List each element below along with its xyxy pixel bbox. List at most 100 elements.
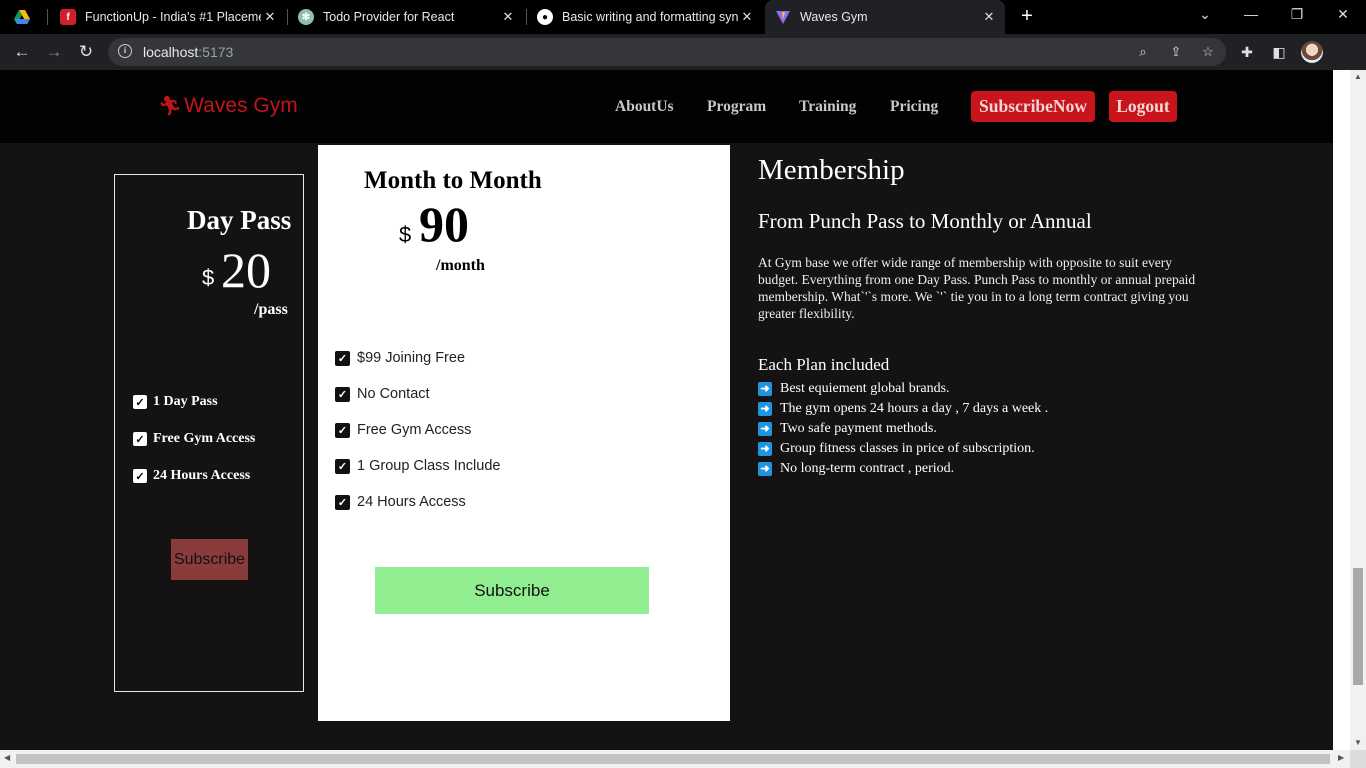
checkbox-checked-icon: ✓ <box>335 494 350 510</box>
minimize-icon[interactable]: — <box>1241 6 1261 22</box>
arrow-right-icon: ➜ <box>758 462 772 476</box>
site-info-icon[interactable]: i <box>118 44 132 58</box>
url-text: localhost:5173 <box>143 44 234 60</box>
tab-separator <box>526 9 527 25</box>
feature-item: ✓ Free Gym Access <box>335 422 471 438</box>
functionup-icon: f <box>60 9 76 25</box>
horizontal-scrollbar[interactable]: ◀ ▶ <box>0 750 1350 768</box>
nav-link-pricing[interactable]: Pricing <box>890 98 938 116</box>
browser-tab-bar: f FunctionUp - India's #1 Placemen ✕ ✻ T… <box>0 0 1366 34</box>
site-navbar: 🏃︎ Waves Gym AboutUs Program Training Pr… <box>0 70 1333 143</box>
checkbox-checked-icon: ✓ <box>335 386 350 402</box>
feature-item: ✓ 1 Group Class Include <box>335 458 500 474</box>
plan-period: /month <box>436 257 485 274</box>
scroll-right-arrow-icon[interactable]: ▶ <box>1338 753 1344 762</box>
new-tab-button[interactable]: + <box>1016 6 1038 28</box>
vite-icon <box>775 9 791 25</box>
page-viewport: 🏃︎ Waves Gym AboutUs Program Training Pr… <box>0 70 1333 750</box>
month-plan-subscribe-button[interactable]: Subscribe <box>375 567 649 614</box>
list-item: ➜ Best equiement global brands. <box>758 379 1048 399</box>
checkbox-checked-icon: ✓ <box>133 432 147 446</box>
extensions-icon[interactable]: ✚ <box>1238 43 1256 61</box>
reload-icon[interactable]: ↻ <box>75 41 97 63</box>
forward-icon[interactable]: → <box>43 41 65 63</box>
vertical-scrollbar[interactable]: ▲ ▼ <box>1350 70 1366 750</box>
currency-symbol: $ <box>202 265 215 290</box>
plan-included-heading: Each Plan included <box>758 355 890 374</box>
subscribe-now-button[interactable]: SubscribeNow <box>971 91 1095 122</box>
checkbox-checked-icon: ✓ <box>335 458 350 474</box>
scroll-left-arrow-icon[interactable]: ◀ <box>4 753 10 762</box>
arrow-right-icon: ➜ <box>758 422 772 436</box>
horizontal-scroll-thumb[interactable] <box>16 754 1330 764</box>
logout-button[interactable]: Logout <box>1109 91 1177 122</box>
tab-separator <box>47 9 48 25</box>
arrow-right-icon: ➜ <box>758 382 772 396</box>
list-item: ➜ Two safe payment methods. <box>758 419 1048 439</box>
list-item: ➜ No long-term contract , period. <box>758 459 1048 479</box>
list-item: ➜ Group fitness classes in price of subsc… <box>758 439 1048 459</box>
bookmark-star-icon[interactable]: ☆ <box>1200 44 1216 60</box>
tab-title: FunctionUp - India's #1 Placemen <box>85 10 261 24</box>
back-icon[interactable]: ← <box>11 41 33 63</box>
side-panel-icon[interactable]: ◧ <box>1270 43 1288 61</box>
vertical-scroll-thumb[interactable] <box>1353 568 1363 685</box>
membership-section: Membership From Punch Pass to Monthly or… <box>758 154 1208 476</box>
arrow-right-icon: ➜ <box>758 402 772 416</box>
share-icon[interactable]: ⇪ <box>1168 44 1184 60</box>
address-bar[interactable]: i localhost:5173 ⌕ ⇪ ☆ <box>108 38 1226 66</box>
scroll-up-arrow-icon[interactable]: ▲ <box>1354 72 1362 81</box>
checkbox-checked-icon: ✓ <box>133 469 147 483</box>
tab-github[interactable]: ● Basic writing and formatting synt ✕ <box>537 0 763 34</box>
feature-item: ✓ Free Gym Access <box>133 431 255 447</box>
month-plan-card: Month to Month $ 90 /month ✓ $99 Joining… <box>318 145 730 721</box>
github-icon: ● <box>537 9 553 25</box>
day-pass-card: Day Pass $ 20 /pass ✓ 1 Day Pass ✓ Free … <box>114 174 304 692</box>
plan-period: /pass <box>254 301 288 318</box>
arrow-right-icon: ➜ <box>758 442 772 456</box>
checkbox-checked-icon: ✓ <box>133 395 147 409</box>
close-icon[interactable]: ✕ <box>500 9 516 25</box>
checkbox-checked-icon: ✓ <box>335 350 350 366</box>
profile-avatar[interactable] <box>1301 41 1323 63</box>
google-drive-icon <box>14 9 30 25</box>
tab-google-drive[interactable] <box>14 0 44 34</box>
tab-functionup[interactable]: f FunctionUp - India's #1 Placemen ✕ <box>60 0 286 34</box>
nav-link-program[interactable]: Program <box>707 98 766 116</box>
scrollbar-corner <box>1350 750 1366 768</box>
tab-todo-provider[interactable]: ✻ Todo Provider for React ✕ <box>298 0 524 34</box>
day-pass-subscribe-button[interactable]: Subscribe <box>171 539 248 580</box>
plan-title: Month to Month <box>364 167 542 194</box>
chatgpt-icon: ✻ <box>298 9 314 25</box>
list-item: ➜ The gym opens 24 hours a day , 7 days a… <box>758 399 1048 419</box>
plan-included-list: ➜ Best equiement global brands. ➜ The gym … <box>758 379 1048 479</box>
membership-subheading: From Punch Pass to Monthly or Annual <box>758 209 1092 233</box>
close-icon[interactable]: ✕ <box>262 9 278 25</box>
tab-waves-gym[interactable]: Waves Gym ✕ <box>765 0 1005 34</box>
feature-item: ✓ $99 Joining Free <box>335 350 465 366</box>
membership-description: At Gym base we offer wide range of membe… <box>758 255 1196 321</box>
close-icon[interactable]: ✕ <box>981 9 997 25</box>
tab-search-icon[interactable]: ⌄ <box>1195 6 1215 23</box>
plan-price: 20 <box>221 242 271 298</box>
tab-title: Waves Gym <box>800 10 868 24</box>
browser-toolbar: ← → ↻ i localhost:5173 ⌕ ⇪ ☆ ✚ ◧ <box>0 34 1366 70</box>
plan-price: 90 <box>419 196 469 252</box>
site-logo[interactable]: 🏃︎ Waves Gym <box>158 94 298 118</box>
restore-icon[interactable]: ❐ <box>1287 6 1307 23</box>
close-window-icon[interactable]: ✕ <box>1333 6 1353 23</box>
tab-title: Todo Provider for React <box>323 10 455 24</box>
nav-link-training[interactable]: Training <box>799 98 856 116</box>
tab-separator <box>287 9 288 25</box>
plan-title: Day Pass <box>187 205 292 235</box>
page-right-edge <box>1333 70 1350 750</box>
scroll-down-arrow-icon[interactable]: ▼ <box>1354 738 1362 747</box>
zoom-icon[interactable]: ⌕ <box>1135 44 1151 60</box>
feature-item: ✓ No Contact <box>335 386 430 402</box>
feature-item: ✓ 1 Day Pass <box>133 394 218 410</box>
membership-heading: Membership <box>758 154 905 186</box>
currency-symbol: $ <box>399 222 412 247</box>
nav-link-aboutus[interactable]: AboutUs <box>615 98 674 116</box>
close-icon[interactable]: ✕ <box>739 9 755 25</box>
feature-item: ✓ 24 Hours Access <box>133 468 250 484</box>
